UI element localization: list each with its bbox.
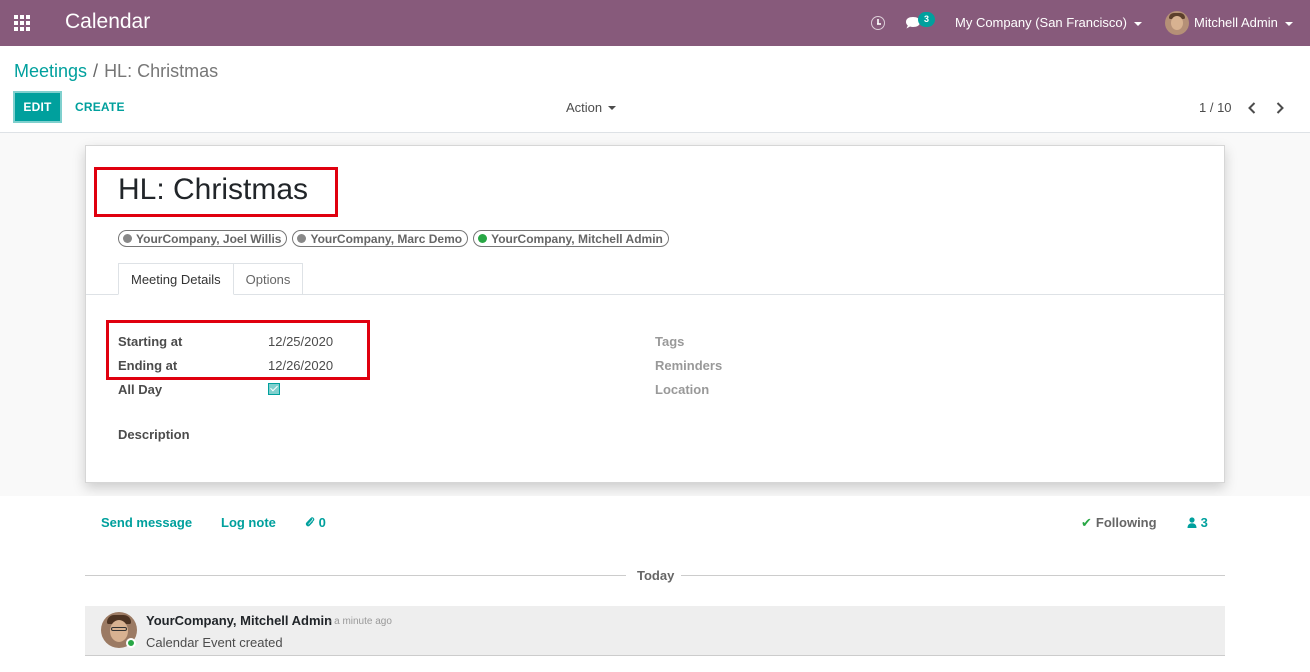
- starting-at-label: Starting at: [118, 334, 183, 349]
- chat-count-badge: 3: [918, 12, 935, 27]
- apps-menu-icon[interactable]: [14, 15, 32, 31]
- divider: [85, 575, 626, 576]
- activity-clock-icon[interactable]: [871, 16, 885, 30]
- message-time: - a minute ago: [328, 616, 392, 627]
- attendee-tags: YourCompany, Joel Willis YourCompany, Ma…: [118, 230, 669, 247]
- app-title[interactable]: Calendar: [65, 10, 150, 34]
- attendee-tag[interactable]: YourCompany, Mitchell Admin: [473, 230, 669, 247]
- chatter: Send message Log note 0 ✔ Following 3 Tod…: [0, 496, 1310, 672]
- location-label: Location: [655, 382, 710, 397]
- attendee-tag[interactable]: YourCompany, Joel Willis: [118, 230, 288, 247]
- following-label: Following: [1095, 515, 1157, 530]
- ending-at-label: Ending at: [118, 358, 178, 373]
- ending-at-value: 12/26/2020: [268, 358, 334, 373]
- followers-button[interactable]: 3: [1187, 515, 1208, 530]
- create-button[interactable]: CREATE: [75, 100, 125, 114]
- reminders-label: Reminders: [655, 358, 723, 373]
- form-tabs: Meeting Details Options: [118, 263, 304, 295]
- tags-label: Tags: [655, 334, 685, 349]
- breadcrumb-meetings[interactable]: Meetings: [14, 61, 87, 81]
- chevron-left-icon[interactable]: [1245, 101, 1259, 115]
- record-title: HL: Christmas: [118, 173, 309, 206]
- chevron-down-icon: [1133, 21, 1142, 26]
- attachments-count: 0: [318, 515, 326, 530]
- breadcrumb-separator: /: [93, 61, 99, 81]
- action-dropdown[interactable]: Action: [566, 100, 617, 115]
- tabs-divider: [86, 294, 1224, 295]
- paperclip-icon: [305, 517, 315, 527]
- send-message-button[interactable]: Send message: [101, 515, 192, 530]
- tab-options[interactable]: Options: [233, 263, 304, 295]
- user-name: Mitchell Admin: [1194, 15, 1278, 30]
- breadcrumb-current: HL: Christmas: [104, 61, 219, 81]
- caret-down-icon: [608, 105, 617, 110]
- log-note-button[interactable]: Log note: [221, 515, 276, 530]
- status-dot-icon: [297, 234, 307, 243]
- user-menu[interactable]: Mitchell Admin: [1194, 15, 1293, 30]
- attendee-name: YourCompany, Marc Demo: [310, 231, 463, 246]
- attendee-name: YourCompany, Joel Willis: [136, 231, 282, 246]
- message-author[interactable]: YourCompany, Mitchell Admin: [146, 613, 332, 628]
- company-switcher[interactable]: My Company (San Francisco): [955, 15, 1142, 30]
- description-label: Description: [118, 427, 190, 442]
- chatter-message: YourCompany, Mitchell Admin - a minute a…: [85, 606, 1225, 656]
- user-avatar[interactable]: [1165, 11, 1189, 35]
- company-name: My Company (San Francisco): [955, 15, 1127, 30]
- status-dot-icon: [123, 234, 132, 243]
- user-icon: [1187, 517, 1197, 528]
- starting-at-value: 12/25/2020: [268, 334, 334, 349]
- all-day-label: All Day: [118, 382, 163, 397]
- attendee-name: YourCompany, Mitchell Admin: [491, 231, 663, 246]
- top-navbar: Calendar 3 My Company (San Francisco) Mi…: [0, 0, 1310, 46]
- status-dot-icon: [478, 234, 488, 243]
- attachments-button[interactable]: 0: [305, 515, 326, 530]
- pager-value[interactable]: 1 / 10: [1199, 100, 1232, 115]
- message-body: Calendar Event created: [146, 635, 283, 650]
- control-panel: Meetings / HL: Christmas EDIT CREATE Actio…: [0, 46, 1310, 133]
- all-day-checkbox[interactable]: [268, 383, 280, 395]
- chevron-down-icon: [1284, 21, 1293, 26]
- edit-button[interactable]: EDIT: [13, 91, 62, 123]
- action-label: Action: [566, 100, 603, 115]
- divider: [681, 575, 1225, 576]
- check-icon: ✔: [1081, 515, 1092, 530]
- chevron-right-icon[interactable]: [1273, 101, 1287, 115]
- followers-count: 3: [1200, 515, 1208, 530]
- day-separator: Today: [637, 568, 675, 583]
- breadcrumb: Meetings / HL: Christmas: [14, 61, 218, 82]
- following-button[interactable]: ✔ Following: [1081, 515, 1157, 531]
- form-sheet: HL: Christmas YourCompany, Joel Willis Y…: [85, 145, 1225, 483]
- attendee-tag[interactable]: YourCompany, Marc Demo: [292, 230, 469, 247]
- online-status-icon: [126, 638, 136, 648]
- tab-meeting-details[interactable]: Meeting Details: [118, 263, 234, 295]
